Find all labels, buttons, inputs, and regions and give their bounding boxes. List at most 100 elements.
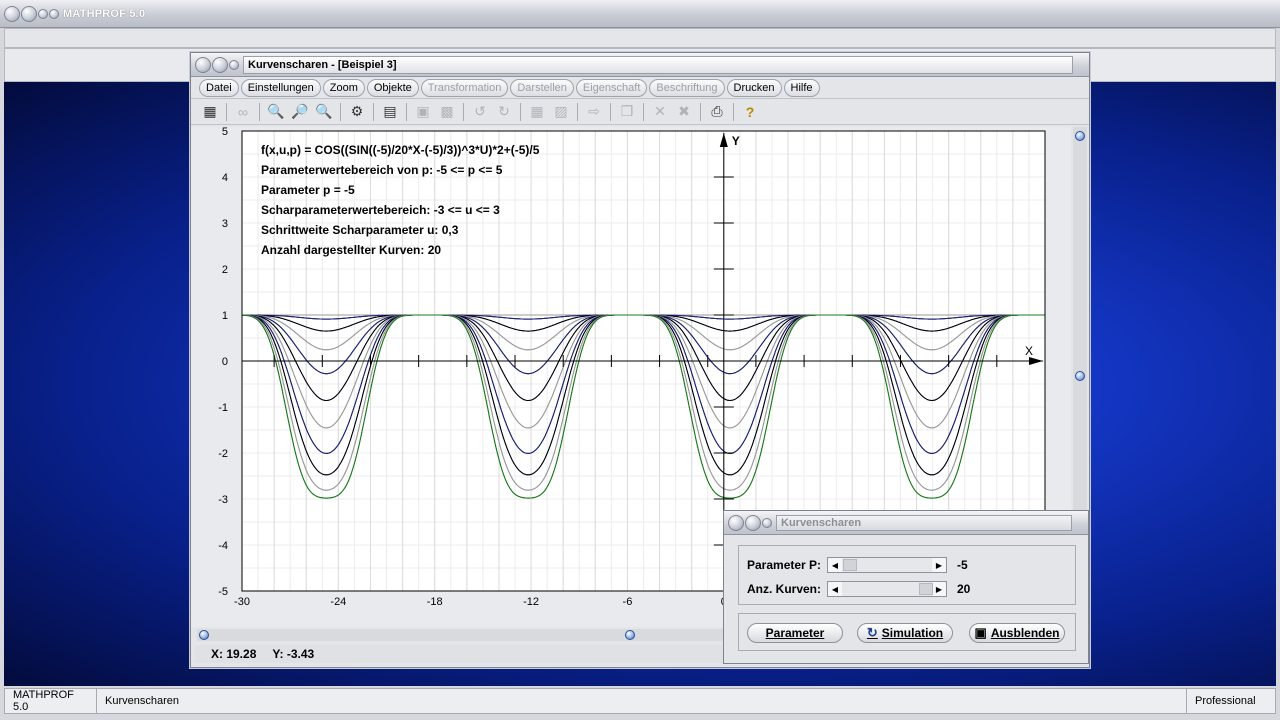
dialog-title: Kurvenscharen	[776, 514, 1072, 531]
child-window-controls[interactable]	[195, 56, 239, 73]
menu-hilfe[interactable]: Hilfe	[783, 78, 820, 97]
arrow-right-icon[interactable]: ▶	[932, 582, 946, 596]
menu-transformation[interactable]: Transformation	[420, 78, 509, 97]
y-tick-label: -1	[218, 402, 228, 414]
close-icon[interactable]	[195, 56, 211, 73]
menu-eigenschaft[interactable]: Eigenschaft	[575, 78, 648, 97]
param-value-text: Parameter p = -5	[261, 183, 355, 197]
close-icon[interactable]	[4, 5, 20, 22]
param-range-text: Parameterwertebereich von p: -5 <= p <= …	[261, 163, 503, 177]
zoom-out-icon[interactable]: 🔎	[289, 102, 311, 122]
scroll-thumb[interactable]	[625, 630, 635, 640]
toolbar-separator	[463, 102, 464, 121]
curve-count-text: Anzahl dargestellter Kurven: 20	[261, 243, 442, 257]
menu-zoom[interactable]: Zoom	[322, 78, 365, 97]
window-icon[interactable]: ▤	[379, 102, 401, 122]
menu-beschriftung[interactable]: Beschriftung	[649, 78, 725, 97]
slider-thumb[interactable]	[843, 559, 857, 571]
table-icon[interactable]: ▦	[526, 102, 548, 122]
menu-objekte[interactable]: Objekte	[366, 78, 419, 97]
y-tick-label: 5	[222, 127, 228, 138]
y-axis-label: Y	[732, 134, 740, 148]
scroll-up-knob[interactable]	[1075, 131, 1085, 141]
copy-icon[interactable]: ❐	[616, 102, 638, 122]
export-icon[interactable]: ⇨	[583, 102, 605, 122]
scroll-left-knob[interactable]	[199, 630, 209, 640]
y-tick-label: -4	[218, 540, 228, 552]
printer-icon[interactable]: ⎙	[706, 102, 728, 122]
hide-icon: ▣	[974, 625, 987, 640]
y-tick-label: -5	[218, 586, 228, 598]
frame-icon[interactable]: ▣	[412, 102, 434, 122]
curves-row: Anz. Kurven: ◀ ▶ 20	[747, 581, 1077, 597]
hide-button[interactable]: ▣ Ausblenden	[969, 623, 1065, 643]
y-tick-label: -3	[218, 494, 228, 506]
app-title-bar: MATHPROF 5.0	[0, 0, 1280, 28]
scroll-thumb[interactable]	[1075, 371, 1085, 381]
dialog-title-bar[interactable]: Kurvenscharen	[724, 511, 1088, 535]
menu-darstellen[interactable]: Darstellen	[510, 78, 574, 97]
simulation-button-label: Simulation	[881, 626, 944, 640]
refresh-icon: ↻	[866, 625, 878, 640]
window-title: Kurvenscharen - [Beispiel 3]	[243, 55, 1073, 74]
arrow-right-icon[interactable]: ▶	[932, 558, 946, 572]
calculator-icon[interactable]: ▦	[199, 102, 221, 122]
minimize-icon[interactable]	[212, 56, 228, 73]
menu-drucken[interactable]: Drucken	[726, 78, 782, 97]
parameter-button-label: Parameter	[765, 626, 825, 640]
maximize-icon[interactable]	[38, 8, 48, 19]
window-controls[interactable]	[4, 5, 59, 22]
zoom-in-icon[interactable]: 🔍	[313, 102, 335, 122]
toolbar-separator	[259, 102, 260, 121]
y-tick-label: 2	[222, 264, 228, 276]
restore-icon[interactable]	[49, 8, 59, 19]
maximize-icon[interactable]	[762, 517, 772, 528]
cross-icon[interactable]: ✕	[649, 102, 671, 122]
rotate-right-icon[interactable]: ↻	[493, 102, 515, 122]
arrow-left-icon[interactable]: ◀	[828, 582, 842, 596]
x-tick-label: -12	[523, 596, 539, 608]
minimize-icon[interactable]	[21, 5, 37, 22]
maximize-icon[interactable]	[229, 59, 239, 70]
dialog-window-controls[interactable]	[728, 514, 772, 531]
curves-slider[interactable]: ◀ ▶	[827, 581, 947, 597]
param-row: Parameter P: ◀ ▶ -5	[747, 557, 1077, 573]
param-value: -5	[957, 558, 968, 572]
curves-value: 20	[957, 582, 971, 596]
app-status-bar: MATHPROF 5.0 Kurvenscharen Professional	[4, 688, 1276, 714]
settings-icon[interactable]: ⚙	[346, 102, 368, 122]
cross-double-icon[interactable]: ✖	[673, 102, 695, 122]
param-slider[interactable]: ◀ ▶	[827, 557, 947, 573]
toolbar-separator	[577, 102, 578, 121]
x-tick-label: -6	[623, 596, 633, 608]
rotate-left-icon[interactable]: ↺	[469, 102, 491, 122]
toolbar-separator	[700, 102, 701, 121]
parameter-button[interactable]: Parameter	[747, 623, 843, 643]
y-tick-label: 4	[222, 172, 228, 184]
slider-group: Parameter P: ◀ ▶ -5 Anz. Kurven: ◀ ▶ 20	[738, 545, 1076, 605]
cursor-x: X: 19.28	[211, 647, 257, 661]
status-app-name: MATHPROF 5.0	[5, 689, 97, 713]
image-icon[interactable]: ▨	[550, 102, 572, 122]
menu-datei[interactable]: Datei	[199, 78, 239, 97]
frame-wide-icon[interactable]: ▩	[436, 102, 458, 122]
toolbar-separator	[340, 102, 341, 121]
window-title-bar[interactable]: Kurvenscharen - [Beispiel 3]	[191, 53, 1089, 77]
x-tick-label: -30	[234, 596, 250, 608]
y-tick-label: 0	[222, 356, 228, 368]
x-axis-label: X	[1025, 344, 1033, 358]
toolbar-separator	[610, 102, 611, 121]
close-icon[interactable]	[728, 514, 744, 531]
slider-thumb[interactable]	[919, 583, 933, 595]
simulation-button[interactable]: ↻ Simulation	[857, 623, 953, 643]
menu-einstellungen[interactable]: Einstellungen	[240, 78, 321, 97]
arrow-left-icon[interactable]: ◀	[828, 558, 842, 572]
glasses-icon[interactable]: ∞	[232, 102, 254, 122]
help-icon[interactable]: ?	[739, 102, 761, 122]
app-title: MATHPROF 5.0	[63, 7, 146, 20]
minimize-icon[interactable]	[745, 514, 761, 531]
toolbar-separator	[406, 102, 407, 121]
y-tick-label: -2	[218, 448, 228, 460]
curves-label: Anz. Kurven:	[747, 582, 822, 596]
zoom-icon[interactable]: 🔍	[265, 102, 287, 122]
